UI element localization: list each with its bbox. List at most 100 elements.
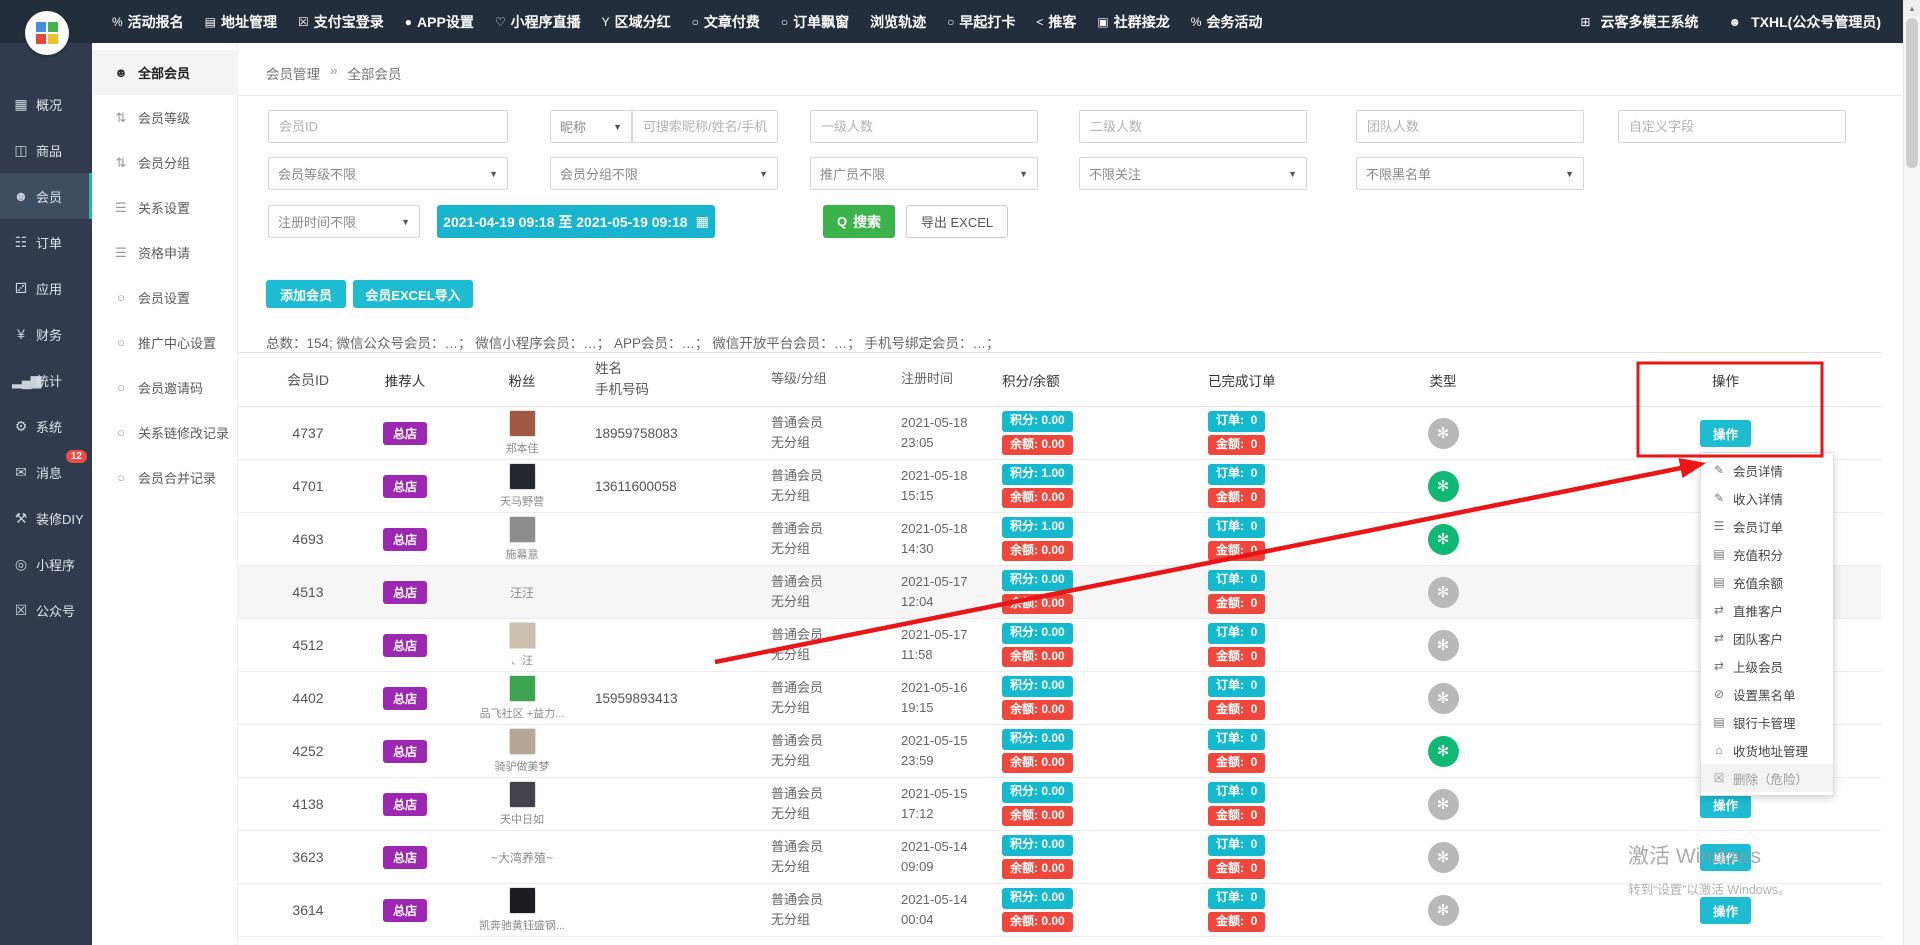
topnav-item-label: 文章付费 [704, 12, 760, 32]
sidebar-item[interactable]: ☻会员 [0, 173, 92, 219]
sidebar-item[interactable]: ◫商品 [0, 127, 92, 173]
action-menu-item[interactable]: ⇄上级会员 [1701, 652, 1833, 680]
orders-cell: 订单: 0金额: 0 [1202, 729, 1378, 773]
topnav-item[interactable]: ▣社群接龙 [1097, 12, 1169, 32]
topnav-item[interactable]: ●APP设置 [405, 12, 474, 32]
sidebar-item-label: 概况 [36, 95, 62, 114]
register-time-select[interactable]: 注册时间不限▼ [268, 205, 420, 238]
sidebar-item[interactable]: ▂▄▆统计 [0, 357, 92, 403]
submenu-item[interactable]: ☰资格申请 [92, 230, 237, 275]
submenu-item[interactable]: ☻全部会员 [92, 50, 237, 95]
topnav-item[interactable]: ○早起打卡 [947, 12, 1015, 32]
member-group-select[interactable]: 会员分组不限▼ [550, 157, 778, 190]
sidebar-item[interactable]: ▦概况 [0, 81, 92, 127]
topnav-item[interactable]: <推客 [1036, 12, 1076, 32]
topnav-item[interactable]: ♡小程序直播 [495, 12, 581, 32]
team-count-input[interactable] [1356, 110, 1584, 143]
points-badge: 积分: 0.00 [1002, 676, 1073, 697]
register-date: 2021-05-18 [901, 519, 1002, 539]
submenu-item-label: 推广中心设置 [138, 333, 216, 352]
submenu-item[interactable]: ○会员合并记录 [92, 455, 237, 500]
sidebar-item[interactable]: ⚒装修DIY [0, 495, 92, 541]
scrollbar-thumb[interactable] [1906, 18, 1918, 168]
member-level-select[interactable]: 会员等级不限▼ [268, 157, 508, 190]
action-menu-item[interactable]: ▤银行卡管理 [1701, 708, 1833, 736]
submenu-item[interactable]: ⇅会员分组 [92, 140, 237, 185]
search-button[interactable]: Q搜索 [823, 205, 895, 238]
export-excel-button[interactable]: 导出 EXCEL [906, 205, 1008, 238]
action-menu-item[interactable]: ▤充值余额 [1701, 568, 1833, 596]
member-id-input[interactable] [268, 110, 508, 143]
vertical-scrollbar[interactable]: ▲ [1903, 0, 1920, 945]
action-menu-item[interactable]: ✎会员详情 [1701, 456, 1833, 484]
points-badge: 积分: 0.00 [1002, 835, 1073, 856]
circle-o-icon: ○ [113, 425, 129, 440]
account-name: TXHL(公众号管理员) [1751, 12, 1881, 32]
sidebar-item-label: 订单 [36, 233, 62, 252]
level1-count-input[interactable] [810, 110, 1038, 143]
level2-count-input[interactable] [1079, 110, 1307, 143]
topnav-item[interactable]: ○订单飘窗 [781, 12, 849, 32]
circle-icon: ○ [781, 15, 788, 29]
member-level: 普通会员 [771, 413, 882, 433]
sidebar-item[interactable]: ☒公众号 [0, 587, 92, 633]
submenu-item[interactable]: ○关系链修改记录 [92, 410, 237, 455]
topnav-item[interactable]: %活动报名 [112, 12, 184, 32]
submenu-item[interactable]: ☰关系设置 [92, 185, 237, 230]
action-menu-item[interactable]: ☒删除（危险） [1701, 764, 1833, 792]
action-menu-item[interactable]: ▤充值积分 [1701, 540, 1833, 568]
action-menu-item[interactable]: ⇄直推客户 [1701, 596, 1833, 624]
sidebar-item[interactable]: ¥财务 [0, 311, 92, 357]
sidebar-item[interactable]: ✉消息12 [0, 449, 92, 495]
register-clock: 23:59 [901, 751, 1002, 771]
action-menu-item[interactable]: ⌂收货地址管理 [1701, 736, 1833, 764]
excel-import-button[interactable]: 会员EXCEL导入 [353, 280, 473, 308]
blacklist-select[interactable]: 不限黑名单▼ [1356, 157, 1584, 190]
type-cell: ✻ [1378, 471, 1508, 502]
sidebar-item[interactable]: ◎小程序 [0, 541, 92, 587]
column-header: 粉丝 [462, 370, 582, 390]
action-menu-item[interactable]: ⇄团队客户 [1701, 624, 1833, 652]
submenu-item[interactable]: ○会员邀请码 [92, 365, 237, 410]
submenu-item[interactable]: ○推广中心设置 [92, 320, 237, 365]
balance-badge: 余额: 0.00 [1002, 488, 1073, 509]
scrollbar-up-arrow-icon[interactable]: ▲ [1904, 0, 1920, 17]
row-action-button[interactable]: 操作 [1700, 420, 1751, 447]
member-id: 4138 [268, 796, 348, 812]
action-menu-item[interactable]: ☰会员订单 [1701, 512, 1833, 540]
action-menu-item[interactable]: ⊘设置黑名单 [1701, 680, 1833, 708]
wechat-type-icon: ✻ [1428, 577, 1459, 608]
submenu-item[interactable]: ○会员设置 [92, 275, 237, 320]
logo[interactable] [25, 11, 69, 55]
topnav-item[interactable]: Υ区域分红 [602, 12, 671, 32]
breadcrumb-section[interactable]: 会员管理 [266, 63, 320, 83]
system-icon: ⚙ [12, 418, 30, 435]
sidebar-item[interactable]: ⚂应用 [0, 265, 92, 311]
row-action-button[interactable]: 操作 [1700, 844, 1751, 871]
action-menu-item-label: 会员详情 [1733, 461, 1783, 480]
row-action-button[interactable]: 操作 [1700, 897, 1751, 924]
topnav-item[interactable]: ▤地址管理 [205, 12, 277, 32]
nickname-type-select[interactable]: 昵称▼ [550, 110, 632, 143]
system-switcher[interactable]: ⊞云客多模王系统 [1580, 12, 1698, 32]
topnav-item[interactable]: ☒支付宝登录 [298, 12, 384, 32]
account-menu[interactable]: ☻TXHL(公众号管理员) [1728, 12, 1881, 32]
date-range-picker[interactable]: 2021-04-19 09:18 至 2021-05-19 09:18▦ [437, 205, 715, 238]
promoter-select[interactable]: 推广员不限▼ [810, 157, 1038, 190]
action-menu-item[interactable]: ✎收入详情 [1701, 484, 1833, 512]
topnav-item[interactable]: 浏览轨迹 [870, 12, 926, 32]
add-member-button[interactable]: 添加会员 [266, 280, 346, 308]
topnav-item[interactable]: %会务活动 [1191, 12, 1263, 32]
sidebar-item[interactable]: ☷订单 [0, 219, 92, 265]
custom-field-input[interactable] [1618, 110, 1846, 143]
follow-select[interactable]: 不限关注▼ [1079, 157, 1307, 190]
topnav-item[interactable]: ○文章付费 [692, 12, 760, 32]
submenu-item[interactable]: ⇅会员等级 [92, 95, 237, 140]
sidebar-item[interactable]: ⚙系统 [0, 403, 92, 449]
register-clock: 09:09 [901, 857, 1002, 877]
topnav-item-label: APP设置 [417, 12, 474, 32]
phone-number: 15959893413 [582, 691, 747, 706]
orders-cell: 订单: 0金额: 0 [1202, 623, 1378, 667]
keyword-search-input[interactable] [632, 110, 778, 143]
member-id: 4513 [268, 584, 348, 600]
